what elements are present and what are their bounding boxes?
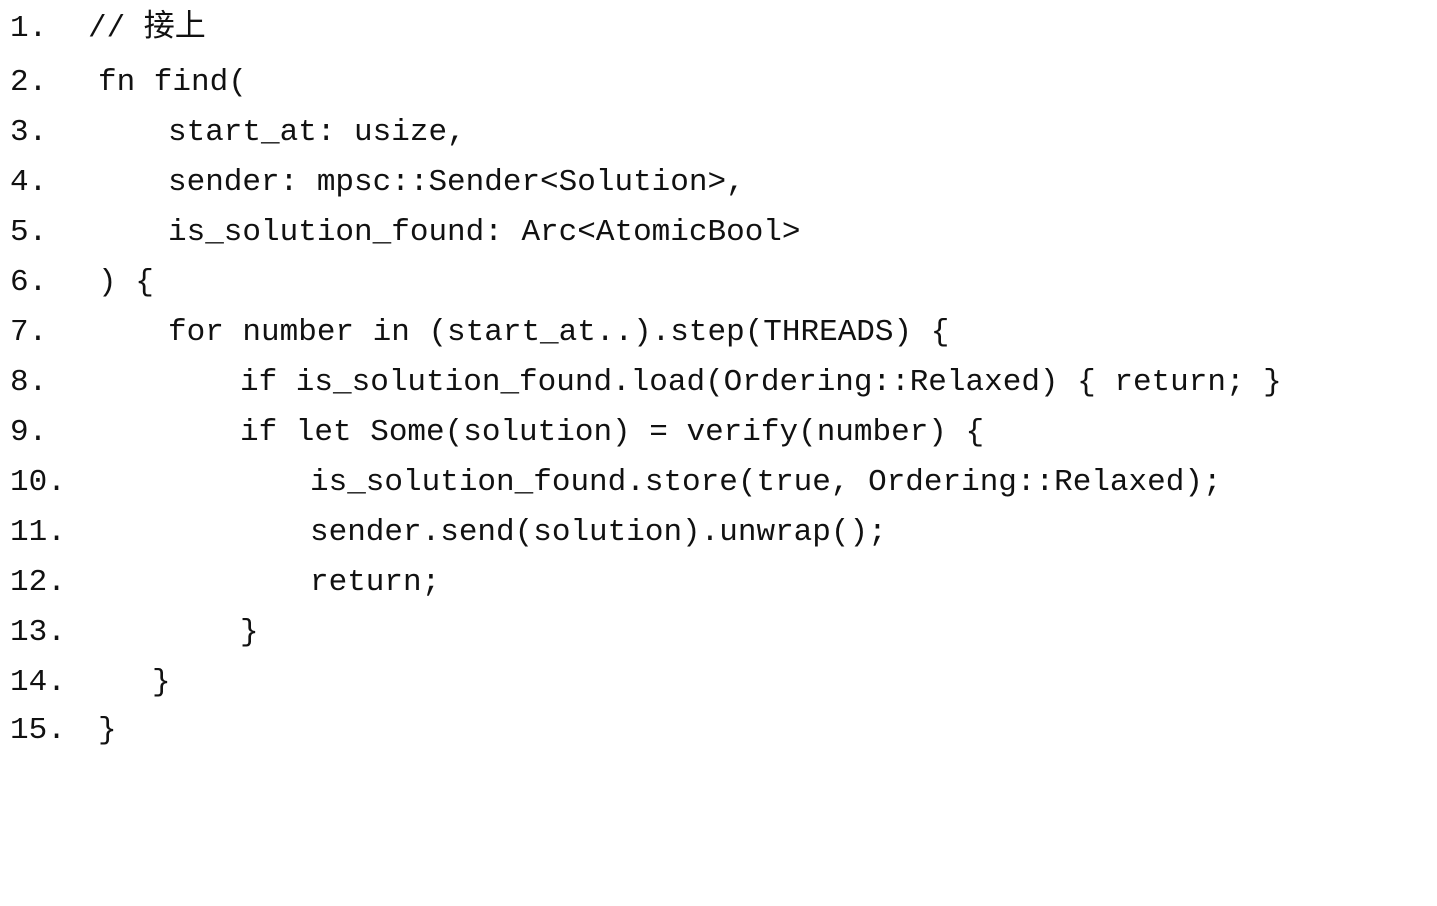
line-code: start_at: usize, xyxy=(168,115,466,150)
line-number: 6. xyxy=(10,265,48,300)
line-number: 13. xyxy=(10,615,66,650)
line-number: 15. xyxy=(10,713,66,748)
line-number: 2. xyxy=(10,65,48,100)
code-line: 6. ) { xyxy=(0,258,1437,308)
code-line: 10. is_solution_found.store(true, Orderi… xyxy=(0,458,1437,508)
code-line: 12. return; xyxy=(0,558,1437,608)
code-line: 15. } xyxy=(0,706,1437,756)
line-number: 7. xyxy=(10,315,48,350)
line-number: 8. xyxy=(10,365,48,400)
code-line: 13. } xyxy=(0,608,1437,658)
code-line: 3. start_at: usize, xyxy=(0,108,1437,158)
line-number: 1. xyxy=(10,11,48,46)
line-number: 11. xyxy=(10,515,66,550)
line-number: 12. xyxy=(10,565,66,600)
line-code: fn find( xyxy=(98,65,247,100)
line-code: } xyxy=(240,615,259,650)
line-number: 10. xyxy=(10,465,66,500)
line-code: ) { xyxy=(98,265,154,300)
code-line: 9. if let Some(solution) = verify(number… xyxy=(0,408,1437,458)
line-number: 9. xyxy=(10,415,48,450)
line-number: 14. xyxy=(10,665,66,700)
code-line: 8. if is_solution_found.load(Ordering::R… xyxy=(0,358,1437,408)
line-code: is_solution_found.store(true, Ordering::… xyxy=(310,465,1222,500)
code-line: 7. for number in (start_at..).step(THREA… xyxy=(0,308,1437,358)
line-code: if is_solution_found.load(Ordering::Rela… xyxy=(240,365,1282,400)
code-line: 11. sender.send(solution).unwrap(); xyxy=(0,508,1437,558)
code-listing: 1. // 接上 2. fn find( 3. start_at: usize,… xyxy=(0,0,1437,756)
code-line: 5. is_solution_found: Arc<AtomicBool> xyxy=(0,208,1437,258)
line-code: sender: mpsc::Sender<Solution>, xyxy=(168,165,745,200)
line-code: for number in (start_at..).step(THREADS)… xyxy=(168,315,950,350)
code-line: 2. fn find( xyxy=(0,58,1437,108)
line-code: } xyxy=(98,713,117,748)
line-number: 3. xyxy=(10,115,48,150)
line-code: sender.send(solution).unwrap(); xyxy=(310,515,887,550)
code-line: 4. sender: mpsc::Sender<Solution>, xyxy=(0,158,1437,208)
line-code: return; xyxy=(310,565,441,600)
line-code: if let Some(solution) = verify(number) { xyxy=(240,415,985,450)
line-number: 5. xyxy=(10,215,48,250)
line-code: } xyxy=(152,665,171,700)
code-line: 14. } xyxy=(0,658,1437,708)
line-code: // 接上 xyxy=(88,11,206,46)
line-number: 4. xyxy=(10,165,48,200)
line-code: is_solution_found: Arc<AtomicBool> xyxy=(168,215,801,250)
code-line: 1. // 接上 xyxy=(0,4,1437,54)
